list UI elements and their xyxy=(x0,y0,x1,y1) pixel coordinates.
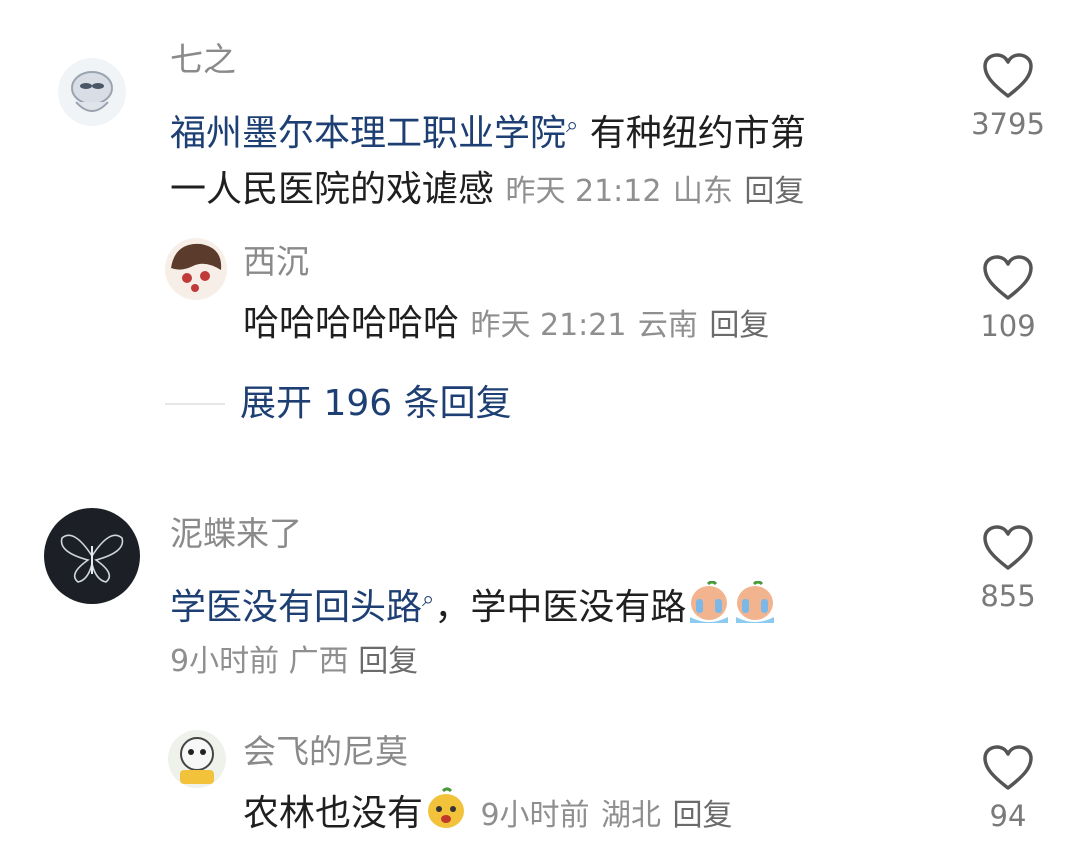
avatar[interactable] xyxy=(165,238,227,300)
like-button[interactable]: 94 xyxy=(968,744,1048,834)
like-count: 3795 xyxy=(971,107,1045,141)
reply-text: 哈哈哈哈哈哈 昨天 21:21 云南 回复 xyxy=(243,296,923,354)
reply-button[interactable]: 回复 xyxy=(358,644,418,679)
reply-button[interactable]: 回复 xyxy=(744,174,804,209)
comment-username[interactable]: 七之 xyxy=(170,40,236,80)
comment-text: 福州墨尔本理工职业学院⌕ 有种纽约市第 一人民医院的戏谑感 昨天 21:12 山… xyxy=(170,98,930,220)
reply-username[interactable]: 西沉 xyxy=(243,242,309,282)
like-button[interactable]: 3795 xyxy=(968,52,1048,142)
avatar[interactable] xyxy=(44,508,140,604)
comment-location: 山东 xyxy=(672,174,733,209)
reply-time: 昨天 21:21 xyxy=(470,308,627,343)
heart-outline-icon xyxy=(983,745,1033,790)
crying-emoji-icon xyxy=(732,580,778,642)
comment-text: 学医没有回头路⌕，学中医没有路 xyxy=(170,572,950,642)
comment-text-part: 一人民医院的戏谑感 xyxy=(170,169,495,210)
search-icon[interactable]: ⌕ xyxy=(422,587,434,612)
search-keyword-link[interactable]: 学医没有回头路 xyxy=(170,587,422,628)
comment-text-part: 有种纽约市第 xyxy=(578,113,806,154)
crying-emoji-icon xyxy=(423,787,469,848)
expand-replies-button[interactable]: 展开 196 条回复 xyxy=(240,382,512,426)
expand-divider xyxy=(165,403,225,405)
reply-text-content: 哈哈哈哈哈哈 xyxy=(243,303,460,344)
reply-button[interactable]: 回复 xyxy=(672,798,732,833)
search-keyword-link[interactable]: 福州墨尔本理工职业学院 xyxy=(170,113,566,154)
crying-emoji-icon xyxy=(686,580,732,642)
comment-meta: 9小时前 广西 回复 xyxy=(170,642,418,682)
like-button[interactable]: 109 xyxy=(968,254,1048,344)
reply-button[interactable]: 回复 xyxy=(709,308,769,343)
reply-time: 9小时前 xyxy=(480,798,590,833)
comment-location: 广西 xyxy=(288,644,349,679)
like-count: 109 xyxy=(980,309,1036,343)
heart-outline-icon xyxy=(983,255,1033,300)
search-icon[interactable]: ⌕ xyxy=(566,113,578,138)
reply-username[interactable]: 会飞的尼莫 xyxy=(243,732,408,772)
like-button[interactable]: 855 xyxy=(968,524,1048,614)
heart-outline-icon xyxy=(983,525,1033,570)
comment-username[interactable]: 泥蝶来了 xyxy=(170,514,302,554)
like-count: 855 xyxy=(980,579,1036,613)
avatar[interactable] xyxy=(168,730,226,788)
reply-location: 云南 xyxy=(637,308,698,343)
like-count: 94 xyxy=(989,799,1027,833)
avatar[interactable] xyxy=(58,58,126,126)
comment-text-part: ，学中医没有路 xyxy=(434,587,687,628)
comment-time: 昨天 21:12 xyxy=(505,174,662,209)
reply-text: 农林也没有 9小时前 湖北 回复 xyxy=(243,786,923,848)
comment-time: 9小时前 xyxy=(170,644,280,679)
heart-outline-icon xyxy=(983,53,1033,98)
reply-text-content: 农林也没有 xyxy=(243,793,424,834)
reply-location: 湖北 xyxy=(601,798,662,833)
